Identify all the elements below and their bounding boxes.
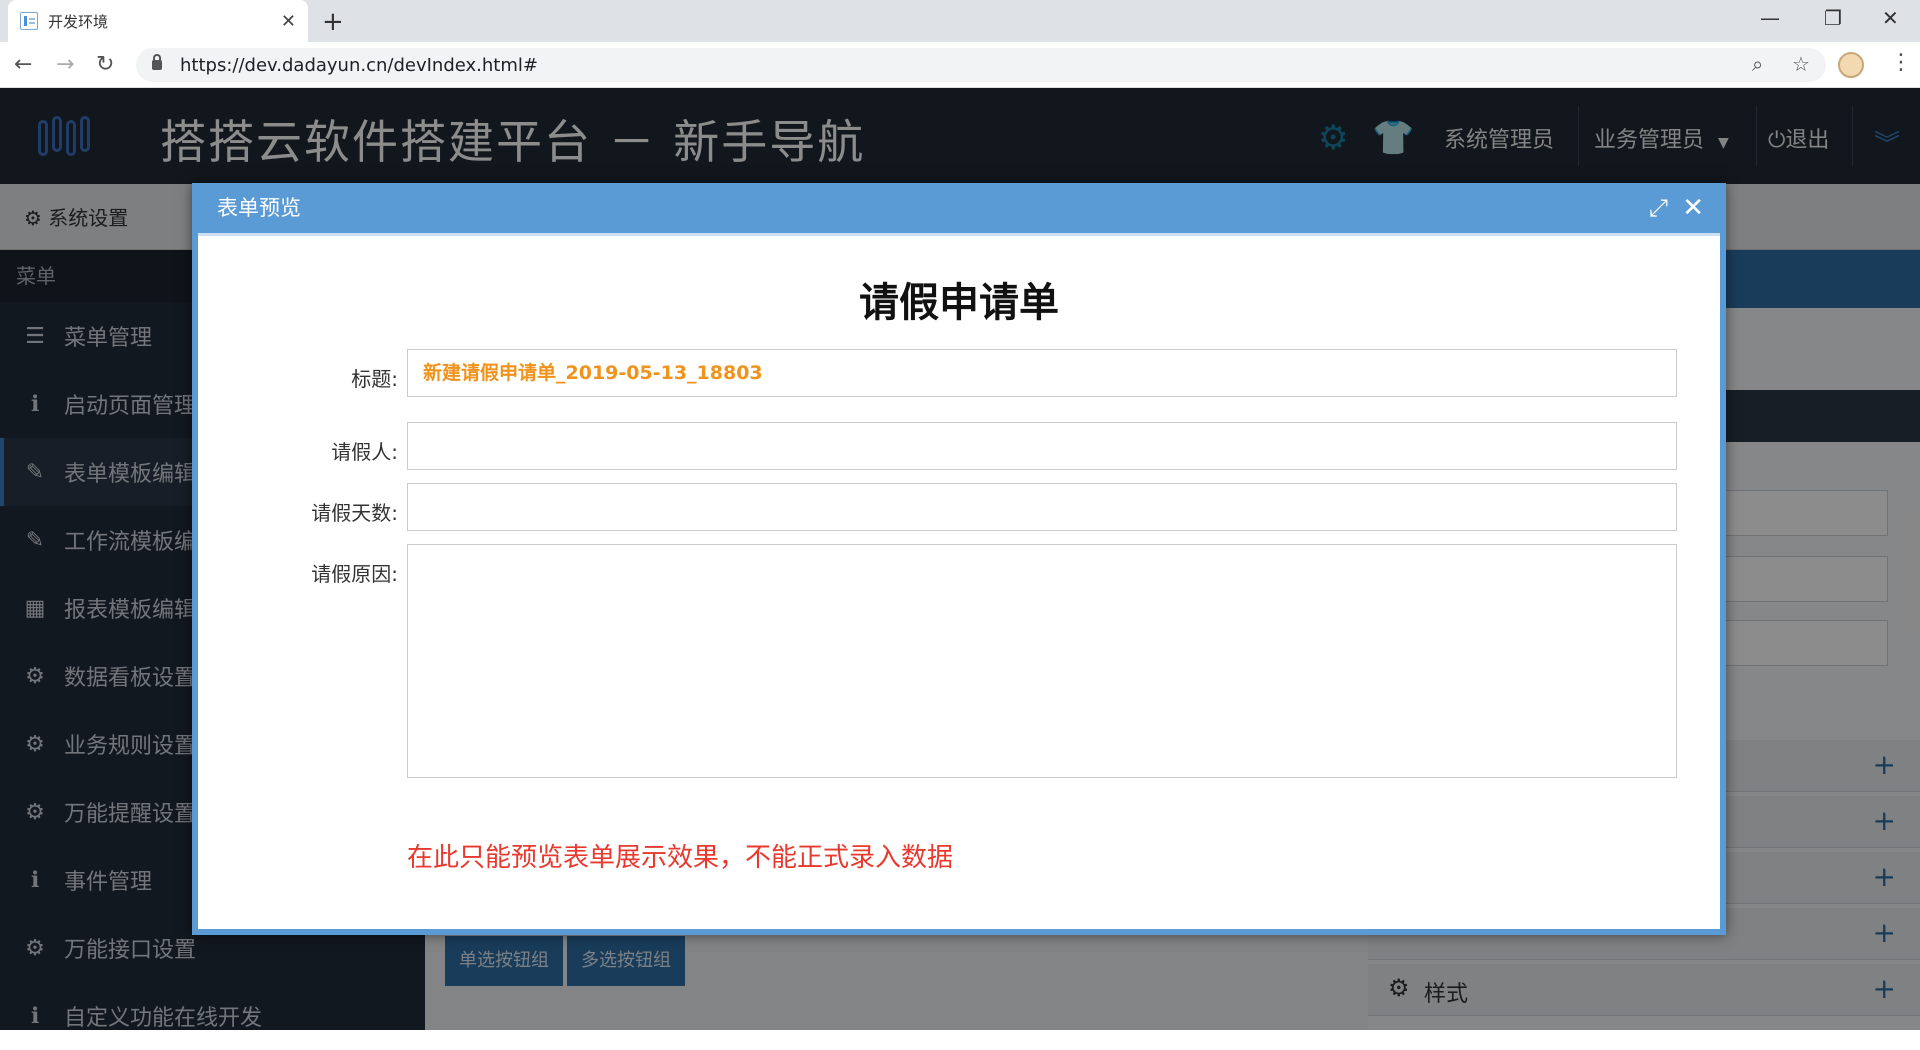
modal-body: 请假申请单 标题: 新建请假申请单_2019-05-13_18803 请假人: … [198, 233, 1720, 929]
lock-icon [152, 54, 162, 70]
title-field[interactable]: 新建请假申请单_2019-05-13_18803 [407, 349, 1677, 397]
window-close-button[interactable]: ✕ [1882, 6, 1899, 30]
new-tab-button[interactable]: + [322, 7, 344, 37]
forward-arrow-icon[interactable]: → [56, 52, 74, 77]
browser-tab[interactable]: 开发环境 ✕ [8, 0, 308, 42]
url-text: https://dev.dadayun.cn/devIndex.html# [180, 54, 538, 76]
applicant-label: 请假人: [331, 440, 398, 464]
modal-title: 表单预览 [217, 196, 301, 220]
leave-days-label: 请假天数: [311, 501, 398, 525]
preview-notice: 在此只能预览表单展示效果，不能正式录入数据 [407, 843, 954, 873]
tab-close-icon[interactable]: ✕ [281, 11, 296, 32]
applicant-field[interactable] [407, 422, 1677, 470]
page-favicon-icon [20, 12, 38, 30]
back-arrow-icon[interactable]: ← [14, 52, 32, 77]
leave-reason-label: 请假原因: [311, 562, 398, 586]
restore-button[interactable]: ❐ [1824, 6, 1842, 30]
url-field[interactable]: https://dev.dadayun.cn/devIndex.html# [136, 48, 1826, 82]
browser-tabbar: 开发环境 ✕ + — ❐ ✕ [0, 0, 1920, 42]
zoom-icon[interactable]: ⌕ [1752, 52, 1763, 76]
browser-menu-icon[interactable]: ⋮ [1890, 50, 1912, 75]
leave-reason-textarea[interactable] [407, 544, 1677, 778]
form-preview-modal: 表单预览 ⤢ ✕ 请假申请单 标题: 新建请假申请单_2019-05-13_18… [192, 183, 1726, 935]
modal-header: 表单预览 ⤢ ✕ [192, 183, 1726, 233]
title-label: 标题: [351, 367, 398, 391]
bookmark-star-icon[interactable]: ☆ [1792, 52, 1810, 76]
form-title: 请假申请单 [859, 280, 1059, 326]
close-icon[interactable]: ✕ [1682, 183, 1704, 233]
maximize-icon[interactable]: ⤢ [1649, 183, 1668, 233]
leave-days-field[interactable] [407, 483, 1677, 531]
profile-avatar[interactable] [1838, 52, 1864, 78]
tab-title: 开发环境 [48, 12, 109, 31]
reload-icon[interactable]: ↻ [96, 52, 114, 77]
minimize-button[interactable]: — [1760, 6, 1780, 30]
address-bar: ← → ↻ https://dev.dadayun.cn/devIndex.ht… [0, 42, 1920, 88]
